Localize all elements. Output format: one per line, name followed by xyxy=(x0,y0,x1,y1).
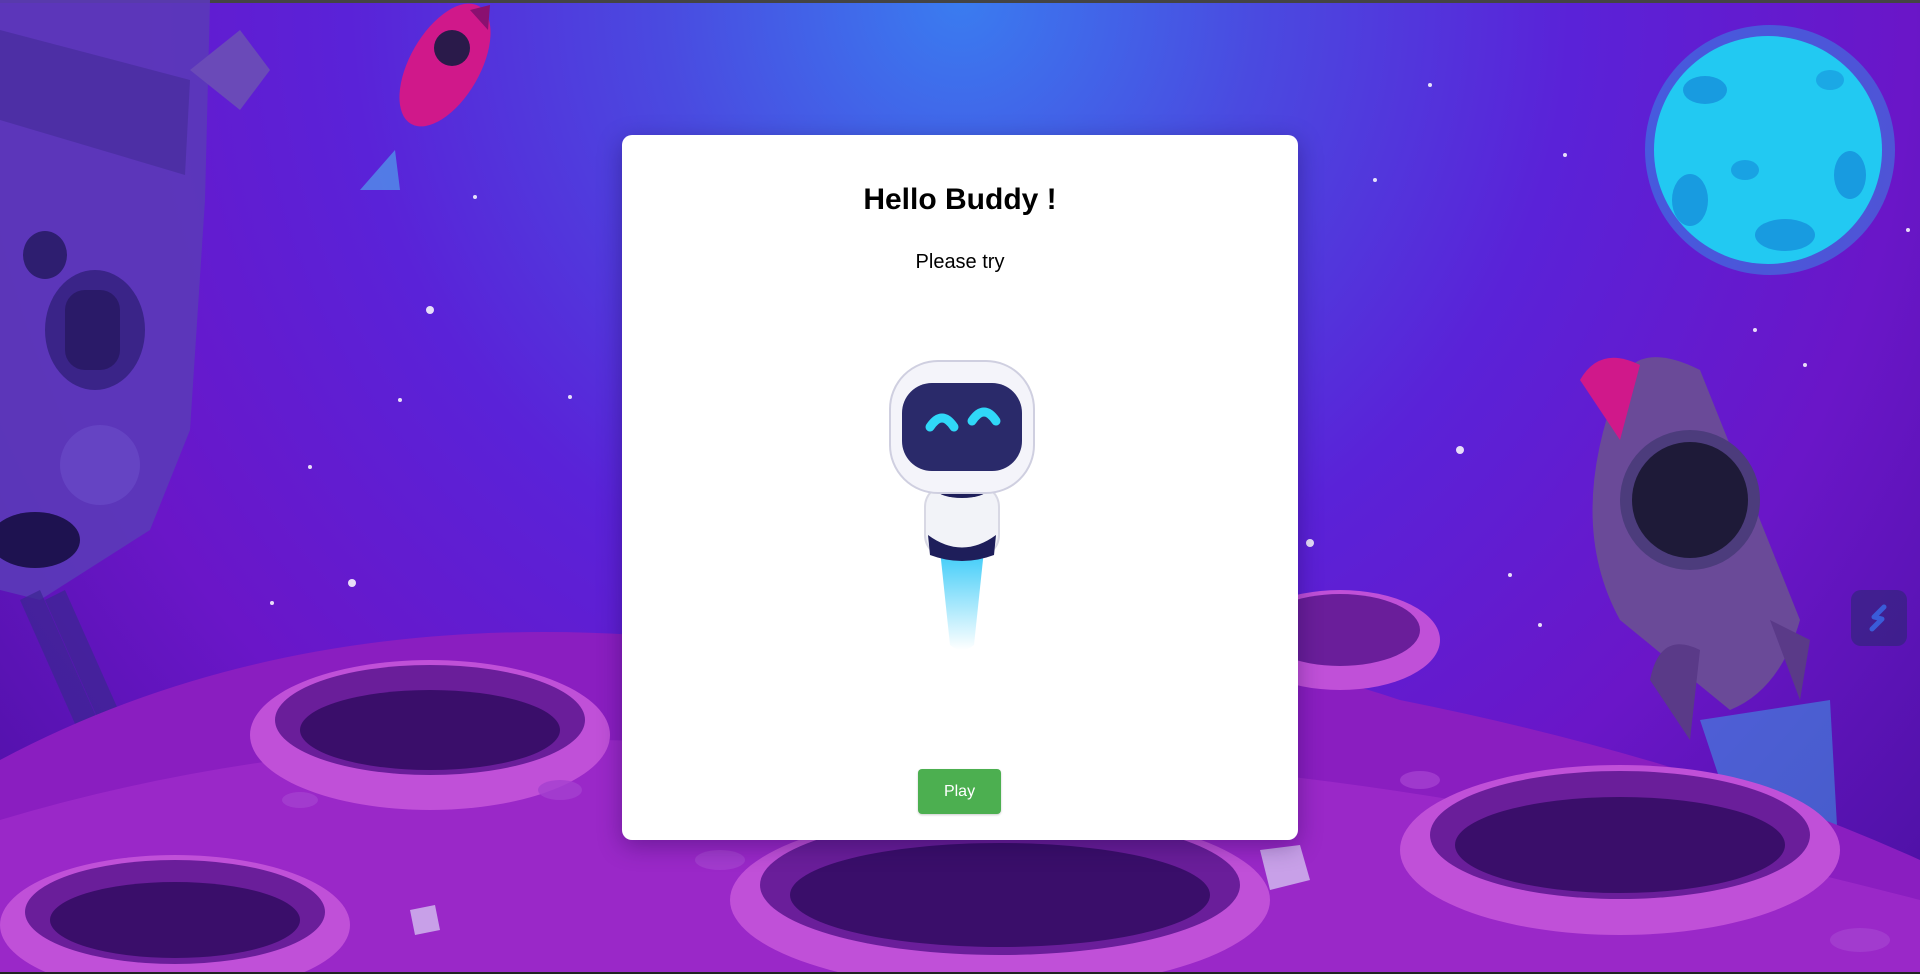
slash-icon xyxy=(1869,604,1887,632)
play-button[interactable]: Play xyxy=(918,769,1001,814)
moon xyxy=(1645,25,1895,275)
game-scene: Hello Buddy ! Please try Play xyxy=(0,0,1920,974)
welcome-modal: Hello Buddy ! Please try Play xyxy=(622,135,1298,840)
side-widget-button[interactable] xyxy=(1851,590,1907,646)
small-rocket xyxy=(360,3,491,190)
modal-title: Hello Buddy ! xyxy=(863,183,1057,216)
modal-subtitle: Please try xyxy=(915,251,1005,273)
robot-icon xyxy=(889,360,1035,650)
